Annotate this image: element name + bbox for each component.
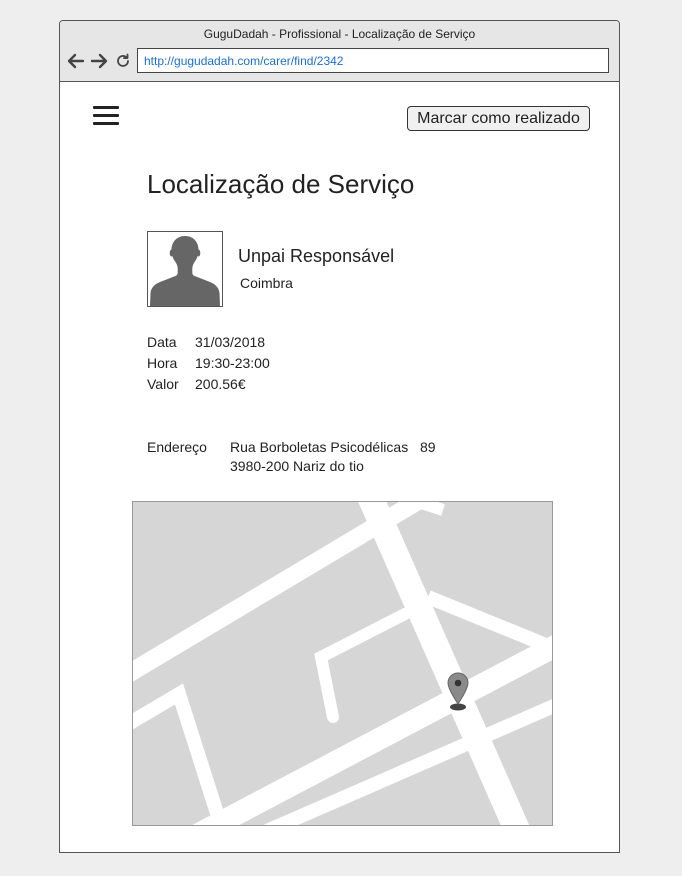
person-silhouette-icon	[147, 231, 223, 307]
person-name: Unpai Responsável	[238, 246, 395, 266]
detail-row-price: Valor 200.56€	[147, 374, 270, 395]
page-title: Localização de Serviço	[147, 169, 415, 199]
browser-chrome: GuguDadah - Profissional - Localização d…	[60, 21, 619, 82]
date-label: Data	[147, 334, 177, 350]
forward-arrow-icon[interactable]	[89, 51, 109, 71]
time-label: Hora	[147, 355, 178, 371]
hamburger-menu-icon[interactable]	[93, 106, 119, 128]
address-number: 89	[420, 439, 436, 455]
url-input[interactable]: http://gugudadah.com/carer/find/2342	[137, 48, 609, 73]
map-pin-icon[interactable]	[445, 671, 471, 713]
date-value: 31/03/2018	[195, 334, 266, 350]
address-street: Rua Borboletas Psicodélicas	[230, 439, 409, 455]
person-city: Coimbra	[240, 275, 293, 291]
detail-row-date: Data 31/03/2018	[147, 332, 270, 353]
back-arrow-icon[interactable]	[66, 51, 86, 71]
page-content: Marcar como realizado Localização de Ser…	[60, 82, 619, 852]
map-roads	[133, 502, 552, 825]
service-map[interactable]	[132, 501, 553, 826]
price-label: Valor	[147, 376, 179, 392]
detail-row-time: Hora 19:30-23:00	[147, 353, 270, 374]
service-details: Data 31/03/2018 Hora 19:30-23:00 Valor 2…	[147, 332, 270, 395]
window-title: GuguDadah - Profissional - Localização d…	[203, 27, 476, 41]
address-postal: 3980-200 Nariz do tio	[230, 458, 364, 474]
mark-done-button[interactable]: Marcar como realizado	[407, 106, 590, 131]
price-value: 200.56€	[195, 376, 246, 392]
browser-window: GuguDadah - Profissional - Localização d…	[59, 20, 620, 853]
address-label: Endereço	[147, 439, 207, 455]
reload-icon[interactable]	[113, 51, 133, 71]
time-value: 19:30-23:00	[195, 355, 270, 371]
